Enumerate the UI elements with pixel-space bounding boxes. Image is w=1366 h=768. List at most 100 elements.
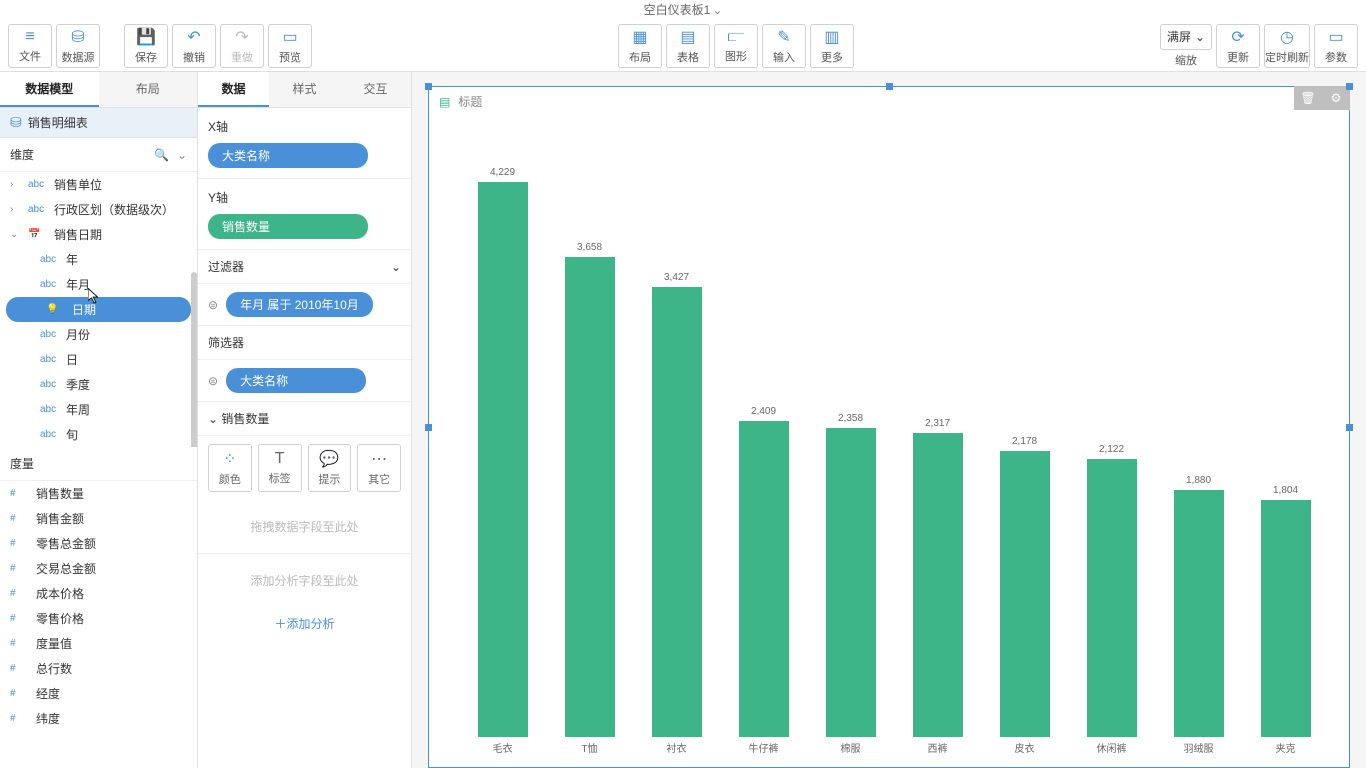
bar[interactable] bbox=[478, 182, 528, 737]
tab-data-model[interactable]: 数据模型 bbox=[0, 72, 99, 107]
resize-handle[interactable] bbox=[425, 83, 432, 90]
dimension-item[interactable]: abc季度 bbox=[0, 372, 197, 397]
measure-item[interactable]: #零售总金额 bbox=[0, 531, 197, 556]
datasource-name: 销售明细表 bbox=[28, 114, 88, 131]
yaxis-field-pill[interactable]: 销售数量 bbox=[208, 214, 368, 239]
dimension-item[interactable]: abc旬 bbox=[0, 422, 197, 447]
series-header[interactable]: ⌄ 销售数量 bbox=[198, 401, 411, 436]
datasource-button[interactable]: ⛁数据源 bbox=[56, 24, 100, 68]
refresh-button[interactable]: ⟳更新 bbox=[1216, 24, 1260, 68]
bar[interactable] bbox=[826, 428, 876, 737]
bar-value-label: 2,122 bbox=[1099, 444, 1124, 455]
dimension-item[interactable]: abc月份 bbox=[0, 322, 197, 347]
tab-interact[interactable]: 交互 bbox=[340, 72, 411, 107]
resize-handle[interactable] bbox=[886, 83, 893, 90]
chart-type-icon: ▤ bbox=[439, 95, 450, 109]
bar-value-label: 2,409 bbox=[751, 406, 776, 417]
dimension-item[interactable]: 💡日期 bbox=[6, 297, 191, 322]
color-box[interactable]: ⁘颜色 bbox=[208, 444, 252, 492]
bar[interactable] bbox=[913, 433, 963, 737]
measure-item[interactable]: #总行数 bbox=[0, 656, 197, 681]
field-label: 年月 bbox=[66, 276, 90, 293]
graphic-button[interactable]: ⫍图形 bbox=[714, 24, 758, 68]
redo-button[interactable]: ↷重做 bbox=[220, 24, 264, 68]
delete-button[interactable]: 🗑 bbox=[1294, 86, 1322, 110]
tab-data[interactable]: 数据 bbox=[198, 72, 269, 107]
bar-value-label: 2,317 bbox=[925, 418, 950, 429]
bar[interactable] bbox=[565, 257, 615, 737]
measure-item[interactable]: #经度 bbox=[0, 681, 197, 706]
dimension-item[interactable]: abc日 bbox=[0, 347, 197, 372]
zoom-select[interactable]: 满屏⌄ bbox=[1160, 24, 1212, 50]
filter-section-header[interactable]: 过滤器⌄ bbox=[198, 250, 411, 284]
measure-item[interactable]: #销售数量 bbox=[0, 481, 197, 506]
chevron-down-icon: ⌄ bbox=[391, 260, 401, 274]
datasource-row[interactable]: ⛁ 销售明细表 bbox=[0, 108, 197, 138]
tooltip-box[interactable]: 💬提示 bbox=[308, 444, 352, 492]
preview-icon: ▭ bbox=[282, 27, 297, 47]
bar-value-label: 2,358 bbox=[838, 413, 863, 424]
undo-button[interactable]: ↶撤销 bbox=[172, 24, 216, 68]
measure-item[interactable]: #度量值 bbox=[0, 631, 197, 656]
scrollbar[interactable] bbox=[191, 272, 197, 447]
measure-icon: # bbox=[10, 663, 30, 674]
layout-button[interactable]: ▦布局 bbox=[618, 24, 662, 68]
bar-category-label: 衬衣 bbox=[667, 740, 687, 755]
params-button[interactable]: ▭参数 bbox=[1314, 24, 1358, 68]
bar-column: 2,178皮衣 bbox=[981, 147, 1068, 737]
input-button[interactable]: ✎输入 bbox=[762, 24, 806, 68]
save-button[interactable]: 💾保存 bbox=[124, 24, 168, 68]
xaxis-field-pill[interactable]: 大类名称 bbox=[208, 143, 368, 168]
window-title[interactable]: 空白仪表板1⌄ bbox=[0, 0, 1366, 20]
dimension-item[interactable]: ⌄📅销售日期 bbox=[0, 222, 197, 247]
selector-pill[interactable]: 大类名称 bbox=[226, 368, 366, 393]
search-icon[interactable]: 🔍 bbox=[154, 148, 169, 162]
label-box[interactable]: T标签 bbox=[258, 444, 302, 492]
timed-refresh-button[interactable]: ◷定时刷新 bbox=[1264, 24, 1310, 68]
dimension-item[interactable]: abc年 bbox=[0, 247, 197, 272]
field-label: 销售金额 bbox=[36, 510, 84, 527]
chart-widget[interactable]: 🗑 ⚙ ▤ 标题 4,229毛衣3,658T恤3,427衬衣2,409牛仔裤2,… bbox=[428, 86, 1350, 768]
filter-pill[interactable]: 年月 属于 2010年10月 bbox=[226, 292, 373, 317]
other-box[interactable]: ⋯其它 bbox=[357, 444, 401, 492]
save-icon: 💾 bbox=[136, 27, 156, 47]
dimensions-header: 维度 🔍⌄ bbox=[0, 138, 197, 172]
tab-style[interactable]: 样式 bbox=[269, 72, 340, 107]
dimension-item[interactable]: ›abc行政区划（数据级次） bbox=[0, 197, 197, 222]
resize-handle[interactable] bbox=[425, 424, 432, 431]
chevron-icon: ⌄ bbox=[10, 229, 22, 240]
bar[interactable] bbox=[739, 421, 789, 737]
more-button[interactable]: ▥更多 bbox=[810, 24, 854, 68]
canvas-area[interactable]: 🗑 ⚙ ▤ 标题 4,229毛衣3,658T恤3,427衬衣2,409牛仔裤2,… bbox=[412, 72, 1366, 768]
field-label: 经度 bbox=[36, 685, 60, 702]
measure-item[interactable]: #销售金额 bbox=[0, 506, 197, 531]
bar[interactable] bbox=[1174, 490, 1224, 737]
preview-button[interactable]: ▭预览 bbox=[268, 24, 312, 68]
tab-layout[interactable]: 布局 bbox=[99, 72, 198, 107]
chevron-down-icon[interactable]: ⌄ bbox=[177, 148, 187, 162]
table-button[interactable]: ▤表格 bbox=[666, 24, 710, 68]
measure-item[interactable]: #零售价格 bbox=[0, 606, 197, 631]
add-analysis-button[interactable]: ＋添加分析 bbox=[198, 607, 411, 640]
field-label: 月份 bbox=[66, 326, 90, 343]
main-toolbar: ≡文件 ⛁数据源 💾保存 ↶撤销 ↷重做 ▭预览 ▦布局 ▤表格 ⫍图形 ✎输入… bbox=[0, 20, 1366, 72]
resize-handle[interactable] bbox=[1346, 83, 1353, 90]
bar-value-label: 3,427 bbox=[664, 272, 689, 283]
dimension-item[interactable]: ›abc销售单位 bbox=[0, 172, 197, 197]
dimension-item[interactable]: abc年月 bbox=[0, 272, 197, 297]
bar[interactable] bbox=[1087, 459, 1137, 737]
bar-category-label: 皮衣 bbox=[1015, 740, 1035, 755]
dimension-item[interactable]: abc年周 bbox=[0, 397, 197, 422]
widget-title[interactable]: 标题 bbox=[458, 93, 482, 110]
file-button[interactable]: ≡文件 bbox=[8, 24, 52, 68]
bar-column: 2,317西裤 bbox=[894, 147, 981, 737]
bar-column: 1,880羽绒服 bbox=[1155, 147, 1242, 737]
bar[interactable] bbox=[1261, 500, 1311, 737]
resize-handle[interactable] bbox=[1346, 424, 1353, 431]
bar[interactable] bbox=[652, 287, 702, 737]
bar-value-label: 1,880 bbox=[1186, 475, 1211, 486]
measure-item[interactable]: #纬度 bbox=[0, 706, 197, 731]
measure-item[interactable]: #交易总金额 bbox=[0, 556, 197, 581]
bar[interactable] bbox=[1000, 451, 1050, 737]
measure-item[interactable]: #成本价格 bbox=[0, 581, 197, 606]
